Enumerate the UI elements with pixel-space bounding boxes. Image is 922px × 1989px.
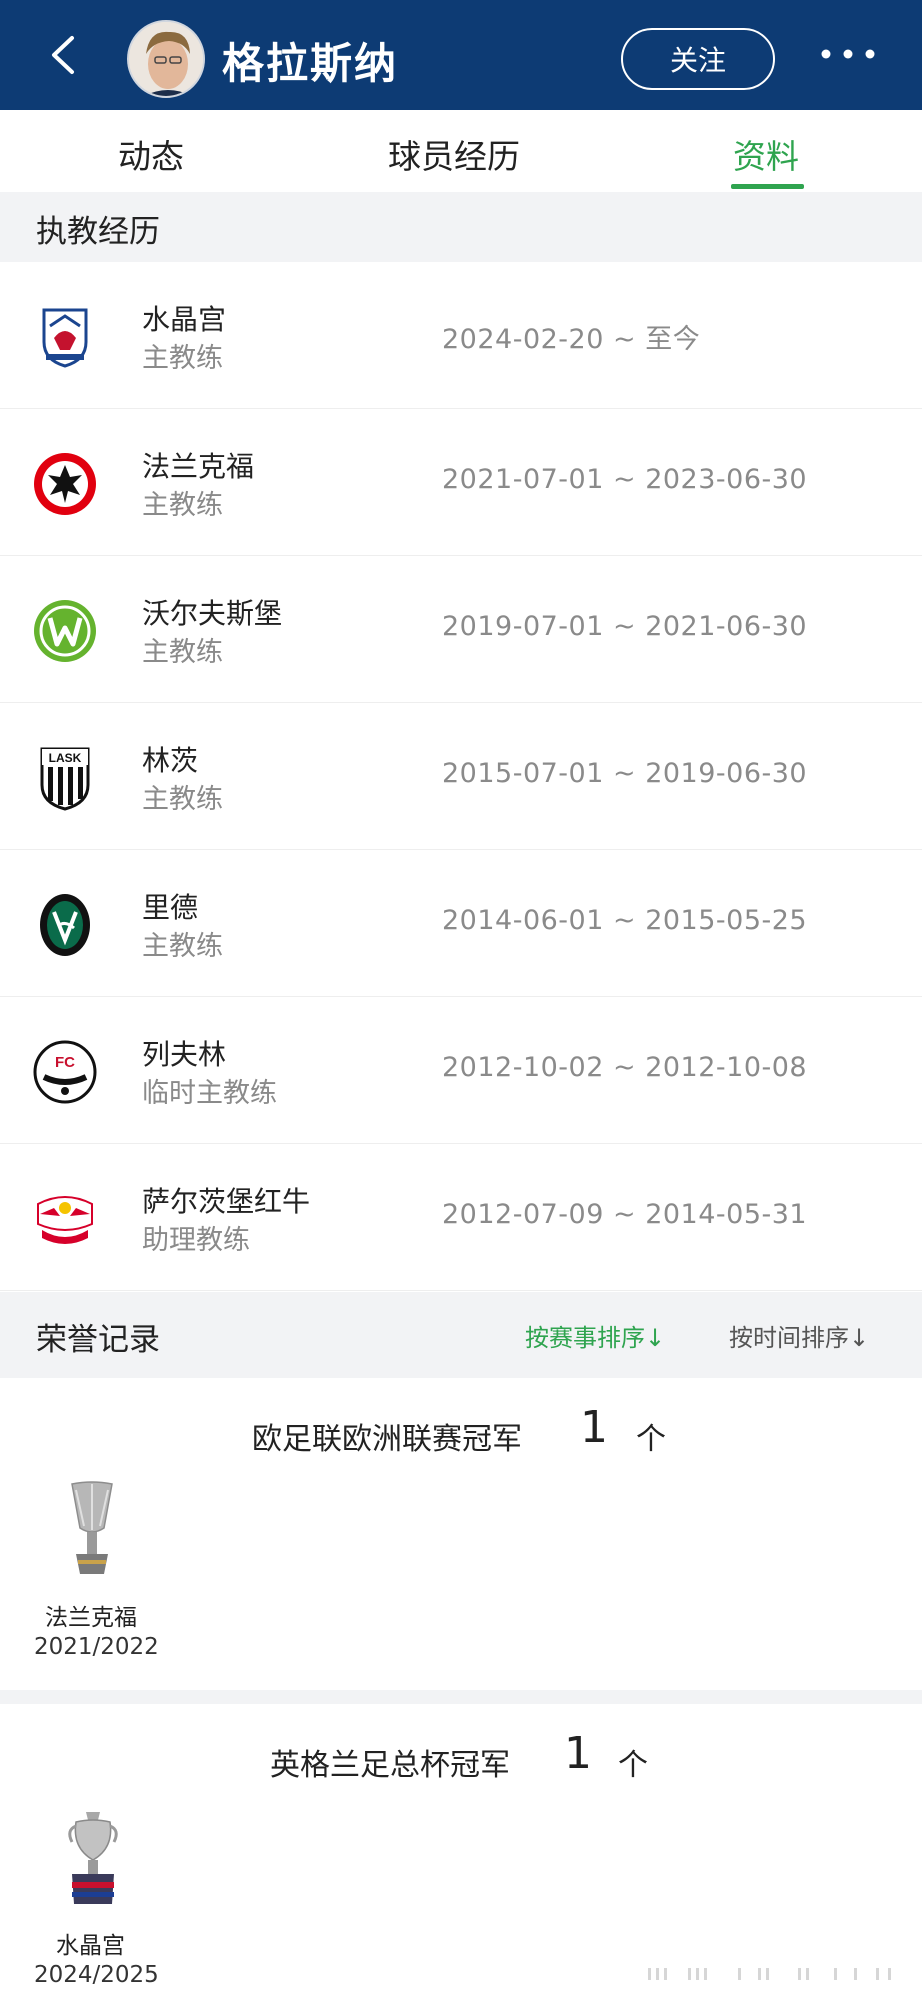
liefering-logo-icon: FC (33, 1040, 97, 1104)
tab-player-career[interactable]: 球员经历 (388, 130, 520, 178)
club-name: 林茨 (142, 744, 199, 777)
coach-role: 主教练 (142, 931, 223, 962)
trophy-season: 2021/2022 (34, 1634, 159, 1660)
app-header: 格拉斯纳 关注 (0, 0, 922, 110)
honour-unit: 个 (618, 1748, 648, 1783)
coach-role: 主教练 (142, 637, 223, 668)
coach-role: 助理教练 (142, 1225, 250, 1256)
sort-by-competition-button[interactable]: 按赛事排序↓ (525, 1318, 665, 1353)
tenure-dates: 2021-07-01 ~ 2023-06-30 (442, 464, 808, 495)
ried-logo-icon (40, 894, 90, 956)
club-name: 水晶宫 (142, 303, 227, 336)
tab-feed[interactable]: 动态 (118, 130, 184, 178)
club-name: 列夫林 (142, 1038, 227, 1071)
coaching-row[interactable]: LASK 林茨 主教练 2015-07-01 ~ 2019-06-30 (0, 703, 922, 850)
coaching-section-header: 执教经历 (0, 192, 922, 262)
trophy-club: 水晶宫 (56, 1933, 125, 1959)
frankfurt-logo-icon (34, 453, 96, 515)
wolfsburg-logo-icon (34, 600, 96, 662)
section-divider (0, 1690, 922, 1704)
trophy-club: 法兰克福 (45, 1605, 137, 1631)
avatar[interactable] (127, 20, 205, 98)
page-title: 格拉斯纳 (222, 39, 399, 88)
fa-cup-trophy-icon[interactable] (62, 1808, 124, 1910)
lask-logo-icon: LASK (40, 747, 90, 811)
coach-role: 主教练 (142, 490, 223, 521)
svg-text:LASK: LASK (49, 751, 82, 765)
coaching-section-title: 执教经历 (36, 214, 160, 250)
tenure-dates: 2012-07-09 ~ 2014-05-31 (442, 1199, 808, 1230)
follow-button[interactable]: 关注 (621, 28, 775, 90)
chevron-left-icon[interactable] (40, 30, 90, 80)
club-name: 萨尔茨堡红牛 (142, 1185, 311, 1218)
active-tab-indicator (731, 184, 804, 189)
honour-title: 欧足联欧洲联赛冠军 (252, 1422, 522, 1457)
honour-title: 英格兰足总杯冠军 (270, 1748, 510, 1783)
coach-role: 主教练 (142, 784, 223, 815)
honour-count: 1 (564, 1728, 592, 1779)
club-name: 里德 (142, 891, 199, 924)
club-name: 法兰克福 (142, 450, 255, 483)
coach-role: 临时主教练 (142, 1078, 277, 1109)
tenure-dates: 2015-07-01 ~ 2019-06-30 (442, 758, 808, 789)
coach-role: 主教练 (142, 343, 223, 374)
tenure-dates: 2019-07-01 ~ 2021-06-30 (442, 611, 808, 642)
sort-by-time-button[interactable]: 按时间排序↓ (729, 1318, 869, 1353)
coaching-row[interactable]: 萨尔茨堡红牛 助理教练 2012-07-09 ~ 2014-05-31 (0, 1144, 922, 1291)
coaching-row[interactable]: 沃尔夫斯堡 主教练 2019-07-01 ~ 2021-06-30 (0, 556, 922, 703)
coaching-row[interactable]: 里德 主教练 2014-06-01 ~ 2015-05-25 (0, 850, 922, 997)
coaching-row[interactable]: FC 列夫林 临时主教练 2012-10-02 ~ 2012-10-08 (0, 997, 922, 1144)
trophy-season: 2024/2025 (34, 1962, 159, 1988)
tenure-dates: 2014-06-01 ~ 2015-05-25 (442, 905, 808, 936)
honours-section-title: 荣誉记录 (36, 1322, 160, 1358)
crystal-palace-logo-icon (42, 308, 88, 368)
svg-text:FC: FC (55, 1054, 75, 1071)
watermark-bars-icon (648, 1968, 891, 1980)
salzburg-logo-icon (37, 1196, 93, 1244)
europa-league-trophy-icon[interactable] (62, 1480, 122, 1580)
coaching-row[interactable]: 水晶宫 主教练 2024-02-20 ~ 至今 (0, 262, 922, 409)
honour-unit: 个 (636, 1422, 666, 1457)
tab-bar: 动态 球员经历 资料 (0, 110, 922, 192)
tab-profile[interactable]: 资料 (733, 130, 799, 178)
club-name: 沃尔夫斯堡 (142, 597, 283, 630)
tenure-dates: 2024-02-20 ~ 至今 (442, 324, 701, 355)
tenure-dates: 2012-10-02 ~ 2012-10-08 (442, 1052, 808, 1083)
coaching-row[interactable]: 法兰克福 主教练 2021-07-01 ~ 2023-06-30 (0, 409, 922, 556)
honour-count: 1 (580, 1402, 608, 1453)
more-dots-icon[interactable] (818, 42, 878, 66)
